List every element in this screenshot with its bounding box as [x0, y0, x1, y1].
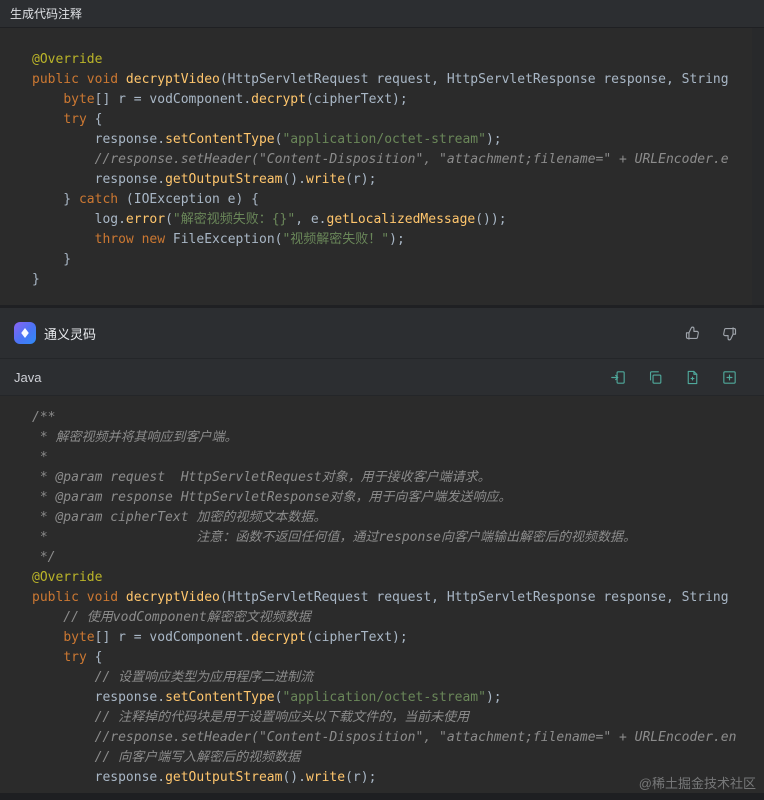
language-label: Java: [14, 369, 42, 385]
code-line: response.setContentType("application/oct…: [32, 132, 502, 147]
generated-code-block[interactable]: /** * 解密视频并将其响应到客户端。 * * @param request …: [0, 396, 764, 793]
code-line: } catch (IOException e) {: [32, 192, 259, 207]
code-line: // 使用vodComponent解密密文视频数据: [32, 610, 311, 625]
insert-code-button[interactable]: [610, 369, 627, 386]
code-line: //response.setHeader("Content-Dispositio…: [32, 730, 737, 745]
code-line: response.setContentType("application/oct…: [32, 690, 502, 705]
code-line: @Override: [32, 52, 103, 67]
code-line: try {: [63, 650, 103, 665]
code-line: // 注释掉的代码块是用于设置响应头以下载文件的，当前未使用: [32, 710, 470, 725]
code-line: public void decryptVideo(HttpServletRequ…: [32, 72, 729, 87]
watermark: @稀土掘金技术社区: [638, 776, 756, 791]
code-line: throw new FileException("视频解密失败！");: [94, 232, 405, 247]
original-code-block[interactable]: @Override public void decryptVideo(HttpSe…: [0, 28, 764, 308]
panel-header: 生成代码注释: [0, 0, 764, 28]
code-line: //response.setHeader("Content-Dispositio…: [32, 152, 729, 167]
code-line: response.getOutputStream().write(r);: [32, 172, 377, 187]
scrollbar-track[interactable]: [752, 28, 764, 305]
code-line: }: [32, 252, 72, 267]
code-line: * @param request HttpServletRequest对象，用于…: [32, 470, 491, 485]
new-file-icon: [684, 369, 701, 386]
add-box-icon: [721, 369, 738, 386]
copy-code-button[interactable]: [647, 369, 664, 386]
generated-code-lines: /** * 解密视频并将其响应到客户端。 * * @param request …: [32, 408, 750, 788]
bottom-edge: [0, 793, 764, 800]
insert-code-icon: [610, 369, 627, 386]
thumbs-down-button[interactable]: [721, 325, 738, 342]
code-line: * @param response HttpServletResponse对象，…: [32, 490, 512, 505]
panel-title: 生成代码注释: [10, 7, 83, 21]
code-line: * 注意：函数不返回任何值，通过response向客户端输出解密后的视频数据。: [32, 530, 636, 545]
code-line: // 向客户端写入解密后的视频数据: [32, 750, 301, 765]
code-line: byte[] r = vodComponent.decrypt(cipherTe…: [63, 630, 408, 645]
tongyi-lingma-logo-icon: [14, 322, 36, 344]
code-line: public void decryptVideo(HttpServletRequ…: [32, 590, 729, 605]
code-line: log.error("解密视频失败：{}", e.getLocalizedMes…: [32, 212, 507, 227]
assistant-header: 通义灵码: [0, 308, 764, 358]
code-line: @Override: [32, 570, 103, 585]
thumbs-down-icon: [721, 325, 738, 342]
diff-add-button[interactable]: [721, 369, 738, 386]
new-file-button[interactable]: [684, 369, 701, 386]
code-line: /**: [32, 410, 56, 425]
code-line: byte[] r = vodComponent.decrypt(cipherTe…: [63, 92, 408, 107]
code-line: */: [32, 550, 56, 565]
code-line: *: [32, 450, 48, 465]
code-line: // 设置响应类型为应用程序二进制流: [32, 670, 314, 685]
code-result-toolbar: Java: [0, 358, 764, 396]
ai-code-comment-panel: 生成代码注释 @Override public void decryptVideo…: [0, 0, 764, 800]
thumbs-up-button[interactable]: [684, 325, 701, 342]
code-line: * 解密视频并将其响应到客户端。: [32, 430, 238, 445]
assistant-name: 通义灵码: [44, 326, 97, 342]
thumbs-up-icon: [684, 325, 701, 342]
code-line: try {: [63, 112, 103, 127]
code-line: * @param cipherText 加密的视频文本数据。: [32, 510, 327, 525]
original-code-lines: @Override public void decryptVideo(HttpSe…: [32, 50, 750, 290]
copy-icon: [647, 369, 664, 386]
code-line: }: [32, 272, 40, 287]
